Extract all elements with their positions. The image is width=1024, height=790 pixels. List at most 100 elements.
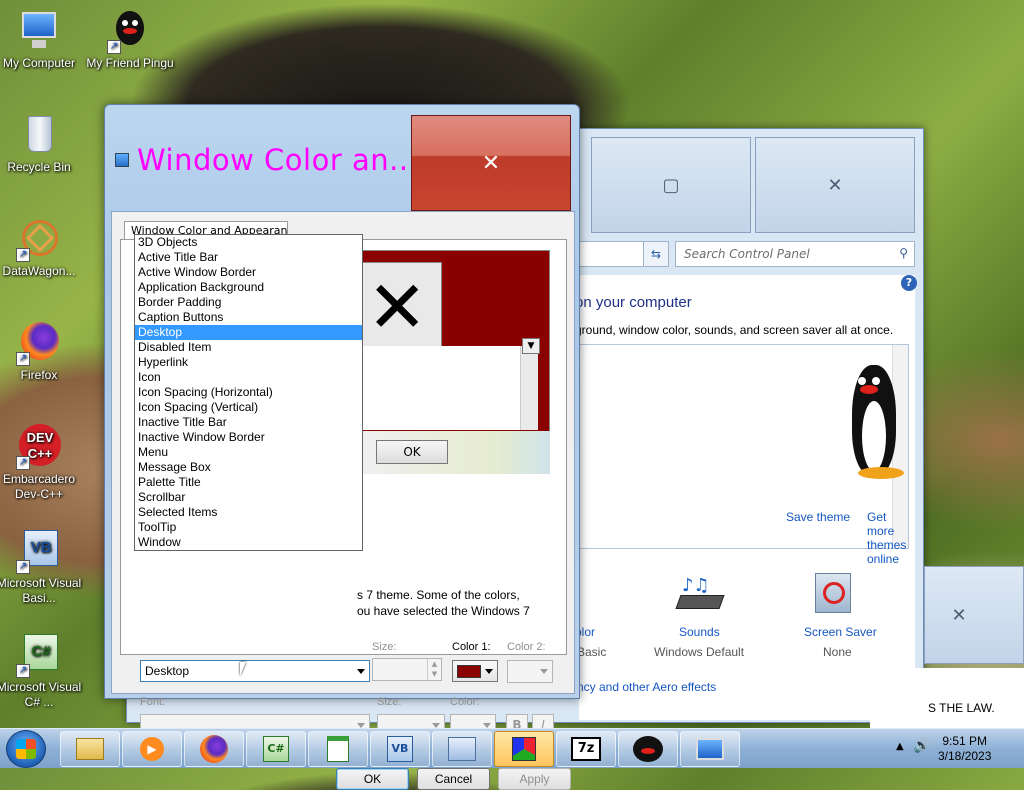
taskbar-pingu[interactable] (618, 731, 678, 767)
dropdown-option[interactable]: Menu (135, 445, 362, 460)
mouse-cursor-icon (240, 662, 246, 676)
taskbar-control-panel[interactable] (432, 731, 492, 767)
item-dropdown-value: Desktop (145, 664, 190, 678)
tray-expand-icon[interactable]: ▲ (896, 741, 904, 752)
aero-effects-link[interactable]: ncy and other Aero effects (577, 680, 716, 694)
sounds-link[interactable]: Sounds (679, 625, 720, 639)
clock-date: 3/18/2023 (938, 749, 992, 763)
dropdown-option[interactable]: Disabled Item (135, 340, 362, 355)
dropdown-option[interactable]: Window (135, 535, 362, 550)
close-icon: ✕ (951, 604, 967, 626)
desktop-icon-recycle-bin[interactable]: Recycle Bin (0, 112, 83, 175)
screen-saver-icon[interactable] (815, 573, 851, 613)
close-button[interactable]: ✕ (924, 566, 1024, 664)
dropdown-option[interactable]: Icon (135, 370, 362, 385)
dropdown-option[interactable]: Palette Title (135, 475, 362, 490)
taskbar-active-app[interactable] (494, 731, 554, 767)
dropdown-option[interactable]: 3D Objects (135, 235, 362, 250)
dropdown-option[interactable]: Active Window Border (135, 265, 362, 280)
dropdown-option[interactable]: Application Background (135, 280, 362, 295)
dropdown-option[interactable]: Border Padding (135, 295, 362, 310)
desktop-icon-datawagon[interactable]: ↗ DataWagon... (0, 214, 83, 279)
font-label: Font: (140, 696, 166, 708)
desktop-icon-my-computer[interactable]: My Computer (0, 8, 83, 71)
refresh-button[interactable]: ⇆ (643, 241, 669, 267)
desktop-icon-visual-basic[interactable]: VB ↗ Microsoft Visual Basi... (0, 528, 83, 606)
screen-saver-link[interactable]: Screen Saver (804, 625, 877, 639)
volume-icon[interactable]: 🔊 (913, 738, 930, 754)
taskbar-notepad[interactable] (308, 731, 368, 767)
system-clock[interactable]: 9:51 PM 3/18/2023 (938, 734, 991, 764)
dropdown-option[interactable]: Caption Buttons (135, 310, 362, 325)
monitor-icon (696, 738, 724, 760)
desktop-icon-pingu[interactable]: ↗ My Friend Pingu (86, 8, 174, 71)
taskbar-explorer[interactable] (60, 731, 120, 767)
dropdown-option[interactable]: ToolTip (135, 520, 362, 535)
desktop-icon-label: My Friend Pingu (86, 56, 174, 70)
color-swatch (457, 665, 481, 678)
color1-label: Color 1: (452, 641, 491, 653)
color1-picker[interactable] (452, 660, 498, 682)
dropdown-option[interactable]: Inactive Window Border (135, 430, 362, 445)
desktop-icon-devcpp[interactable]: DEV C++ ↗ Embarcadero Dev-C++ (0, 424, 83, 502)
taskbar-firefox[interactable] (184, 731, 244, 767)
dropdown-option[interactable]: Icon Spacing (Horizontal) (135, 385, 362, 400)
taskbar-7zip[interactable]: 7z (556, 731, 616, 767)
dropdown-option[interactable]: Icon Spacing (Vertical) (135, 400, 362, 415)
start-button[interactable] (6, 730, 46, 768)
taskbar-media-player[interactable]: ▶ (122, 731, 182, 767)
desktop-icon-firefox[interactable]: ↗ Firefox (0, 320, 83, 383)
folder-icon (76, 738, 104, 760)
dropdown-option[interactable]: Desktop (135, 325, 362, 340)
ok-button[interactable]: OK (336, 768, 409, 790)
save-theme-link[interactable]: Save theme (786, 510, 850, 524)
desktop-icon-label: Microsoft Visual Basi... (0, 576, 82, 605)
color2-picker[interactable] (507, 660, 553, 683)
taskbar-monitor[interactable] (680, 731, 740, 767)
notepad-icon (327, 736, 349, 762)
close-button[interactable]: ✕ (755, 137, 915, 233)
apply-button[interactable]: Apply (498, 768, 571, 790)
devcpp-icon: DEV C++ ↗ (16, 424, 62, 470)
taskbar: ▶ C# VB 7z ▲ 🔊 9:51 PM 3/18/2023 (0, 728, 1024, 768)
penguin-icon: ↗ (107, 8, 153, 54)
desktop-icon-label: Microsoft Visual C# ... (0, 680, 82, 709)
cube-icon (512, 737, 536, 761)
dropdown-option[interactable]: Selected Items (135, 505, 362, 520)
license-text: S THE LAW. (928, 701, 995, 715)
close-button[interactable]: ✕ (411, 115, 571, 211)
dropdown-option[interactable]: Inactive Title Bar (135, 415, 362, 430)
firefox-icon (200, 735, 228, 763)
dropdown-option[interactable]: Scrollbar (135, 490, 362, 505)
sounds-icon[interactable]: ♪♫ (674, 575, 725, 615)
color2-label: Color 2: (507, 641, 546, 653)
themes-list[interactable]: Save theme Get more themes online (579, 344, 909, 566)
maximize-icon: ▢ (662, 174, 680, 196)
preview-text-area (362, 346, 537, 430)
dialog-title: Window Color an... (137, 143, 419, 177)
spinner-icon: ▲ ▼ (427, 659, 441, 680)
desktop-icon-visual-csharp[interactable]: C# ↗ Microsoft Visual C# ... (0, 632, 83, 710)
page-subheading: ground, window color, sounds, and screen… (575, 323, 894, 337)
item-size-field[interactable]: ▲ ▼ (372, 658, 442, 681)
item-dropdown-list[interactable]: 3D Objects Active Title Bar Active Window … (134, 234, 363, 551)
control-panel-icon (448, 737, 476, 761)
search-input[interactable]: Search Control Panel ⚲ (675, 241, 915, 267)
chevron-down-icon (540, 669, 548, 674)
preview-scrollbar (520, 346, 538, 430)
chevron-down-icon (485, 669, 493, 674)
taskbar-visual-csharp[interactable]: C# (246, 731, 306, 767)
search-icon: ⚲ (899, 246, 908, 260)
item-dropdown[interactable]: Desktop (140, 660, 370, 682)
get-more-themes-link[interactable]: Get more themes online (867, 510, 908, 566)
penguin-icon (633, 736, 663, 762)
dropdown-option[interactable]: Hyperlink (135, 355, 362, 370)
media-player-icon: ▶ (140, 737, 164, 761)
cancel-button[interactable]: Cancel (417, 768, 490, 790)
taskbar-visual-basic[interactable]: VB (370, 731, 430, 767)
dropdown-option[interactable]: Active Title Bar (135, 250, 362, 265)
search-placeholder: Search Control Panel (684, 247, 810, 261)
maximize-button[interactable]: ▢ (591, 137, 751, 233)
dropdown-option[interactable]: Message Box (135, 460, 362, 475)
help-icon[interactable]: ? (901, 275, 917, 291)
